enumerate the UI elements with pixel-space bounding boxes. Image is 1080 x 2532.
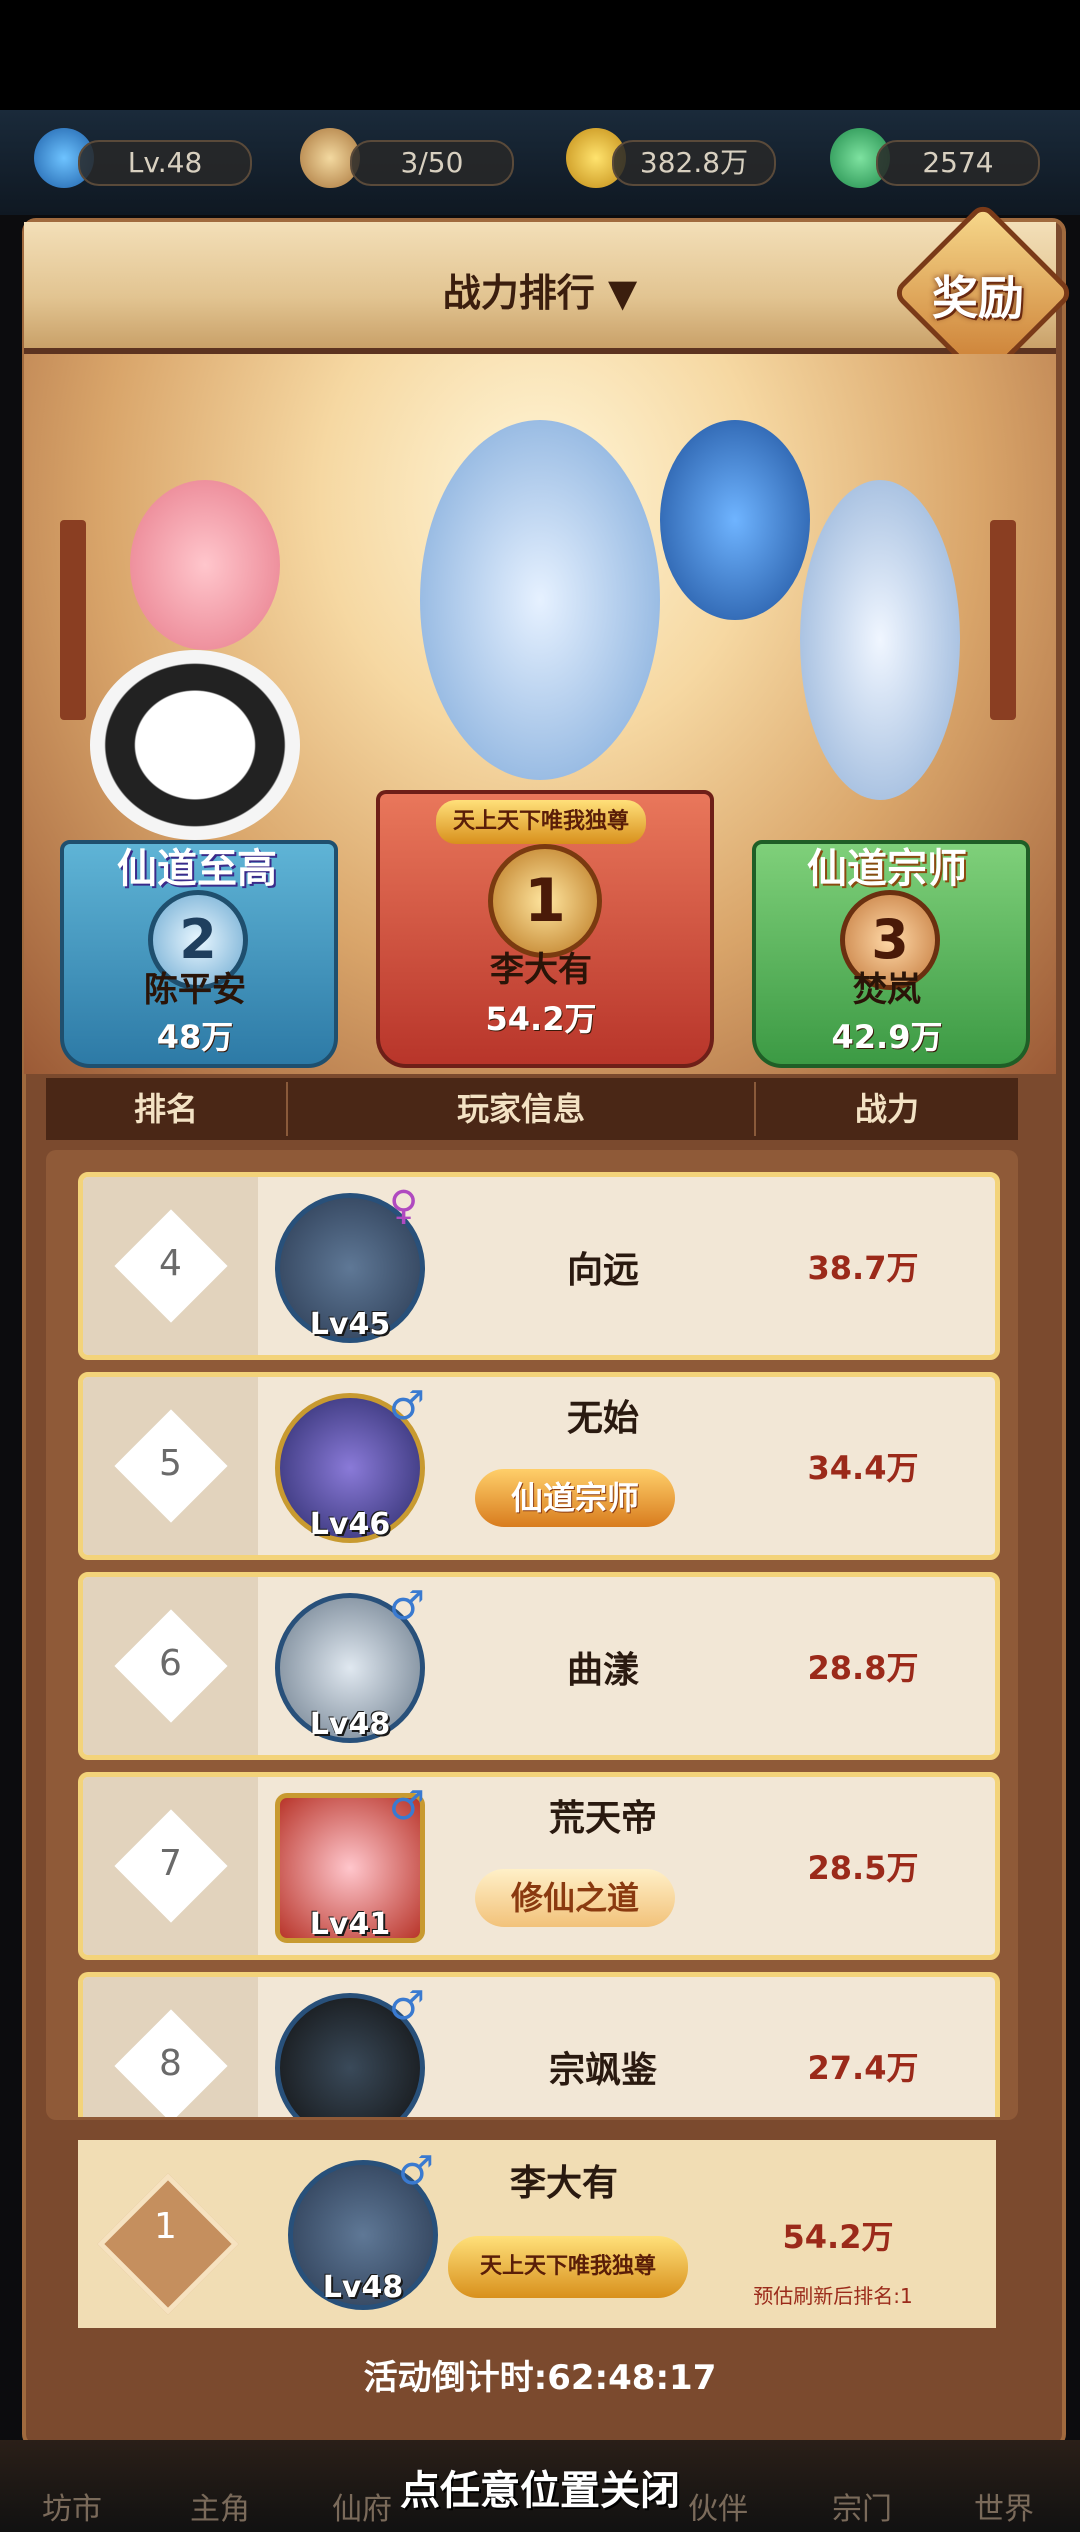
reward-button-label[interactable]: 奖励 <box>918 262 1038 328</box>
player-name: 荒天帝 <box>548 1798 657 1839</box>
second-player-power: 48万 <box>156 1018 234 1056</box>
coins-display[interactable]: 382.8万 <box>612 140 776 186</box>
male-gender-icon: ♂ <box>389 1783 425 1829</box>
level-display[interactable]: Lv.48 <box>78 140 252 186</box>
col-rank-header: 排名 <box>133 1090 198 1128</box>
railing-left <box>60 520 86 720</box>
rank-number: 7 <box>159 1843 182 1884</box>
player-power: 34.4万 <box>807 1449 919 1487</box>
my-level: Lv48 <box>322 2270 404 2305</box>
my-name: 李大有 <box>509 2163 618 2204</box>
rank-number: 6 <box>159 1643 182 1684</box>
first-place-character[interactable] <box>420 420 660 780</box>
player-level: Lv48 <box>309 1707 391 1742</box>
third-player-name: 焚岚 <box>853 970 921 1010</box>
player-name: 无始 <box>566 1398 639 1439</box>
my-ranking-row[interactable]: 1 Lv48 ♂ 李大有 天上天下唯我独尊 54.2万 预估刷新后排名:1 <box>78 2140 996 2328</box>
player-title-badge: 仙道宗师 <box>475 1469 675 1527</box>
player-power: 28.5万 <box>807 1849 919 1887</box>
female-gender-icon: ♀ <box>389 1183 419 1229</box>
player-level: Lv46 <box>309 1507 391 1542</box>
player-name: 向远 <box>566 1250 639 1291</box>
player-power: 28.8万 <box>807 1649 919 1687</box>
table-row[interactable]: 5 Lv46 ♂ 无始 仙道宗师 34.4万 <box>78 1372 1000 1560</box>
event-countdown: 活动倒计时:62:48:17 <box>363 2358 717 2398</box>
second-player-name: 陈平安 <box>144 970 246 1010</box>
my-title-badge: 天上天下唯我独尊 <box>448 2236 688 2298</box>
male-gender-icon: ♂ <box>389 1383 425 1429</box>
male-gender-icon: ♂ <box>389 1983 425 2029</box>
table-row[interactable]: 4 Lv45 ♀ 向远 38.7万 <box>78 1172 1000 1360</box>
first-player-name: 李大有 <box>490 950 592 990</box>
my-power: 54.2万 <box>782 2218 894 2256</box>
player-level: Lv41 <box>309 1907 391 1942</box>
third-player-power: 42.9万 <box>831 1018 943 1056</box>
first-title-banner: 天上天下唯我独尊 <box>436 800 646 844</box>
table-row[interactable]: 8 ♂ 宗飒鉴 27.4万 <box>78 1972 1000 2117</box>
system-status-bar <box>0 0 1080 110</box>
rank-number: 4 <box>159 1243 182 1284</box>
player-power: 27.4万 <box>807 2049 919 2087</box>
table-row[interactable]: 6 Lv48 ♂ 曲漾 28.8万 <box>78 1572 1000 1760</box>
my-rank-number: 1 <box>154 2206 177 2247</box>
tap-to-close-hint[interactable]: 点任意位置关闭 <box>0 2458 1080 2516</box>
col-player-header: 玩家信息 <box>456 1090 585 1128</box>
panda-mount-icon <box>90 650 300 840</box>
rank-number: 5 <box>159 1443 182 1484</box>
third-place-character[interactable] <box>800 480 960 800</box>
rank-number: 8 <box>159 2043 182 2084</box>
estimated-rank-note: 预估刷新后排名:1 <box>753 2284 913 2308</box>
player-power: 38.7万 <box>807 1249 919 1287</box>
stamina-display[interactable]: 3/50 <box>350 140 514 186</box>
player-name: 曲漾 <box>566 1650 639 1691</box>
blue-wings-icon <box>660 420 810 620</box>
male-gender-icon: ♂ <box>398 2148 434 2194</box>
jade-display[interactable]: 2574 <box>876 140 1040 186</box>
male-gender-icon: ♂ <box>389 1583 425 1629</box>
second-title-banner: 仙道至高 <box>117 846 277 892</box>
first-player-power: 54.2万 <box>485 1000 597 1038</box>
railing-right <box>990 520 1016 720</box>
second-place-character[interactable] <box>130 480 280 650</box>
third-title-banner: 仙道宗师 <box>807 846 967 892</box>
player-level: Lv45 <box>309 1307 391 1342</box>
player-title-badge: 修仙之道 <box>475 1869 675 1927</box>
player-name: 宗飒鉴 <box>548 2050 657 2091</box>
first-rank-medal: 1 <box>488 844 602 958</box>
col-power-header: 战力 <box>854 1090 919 1128</box>
table-row[interactable]: 7 Lv41 ♂ 荒天帝 修仙之道 28.5万 <box>78 1772 1000 1960</box>
